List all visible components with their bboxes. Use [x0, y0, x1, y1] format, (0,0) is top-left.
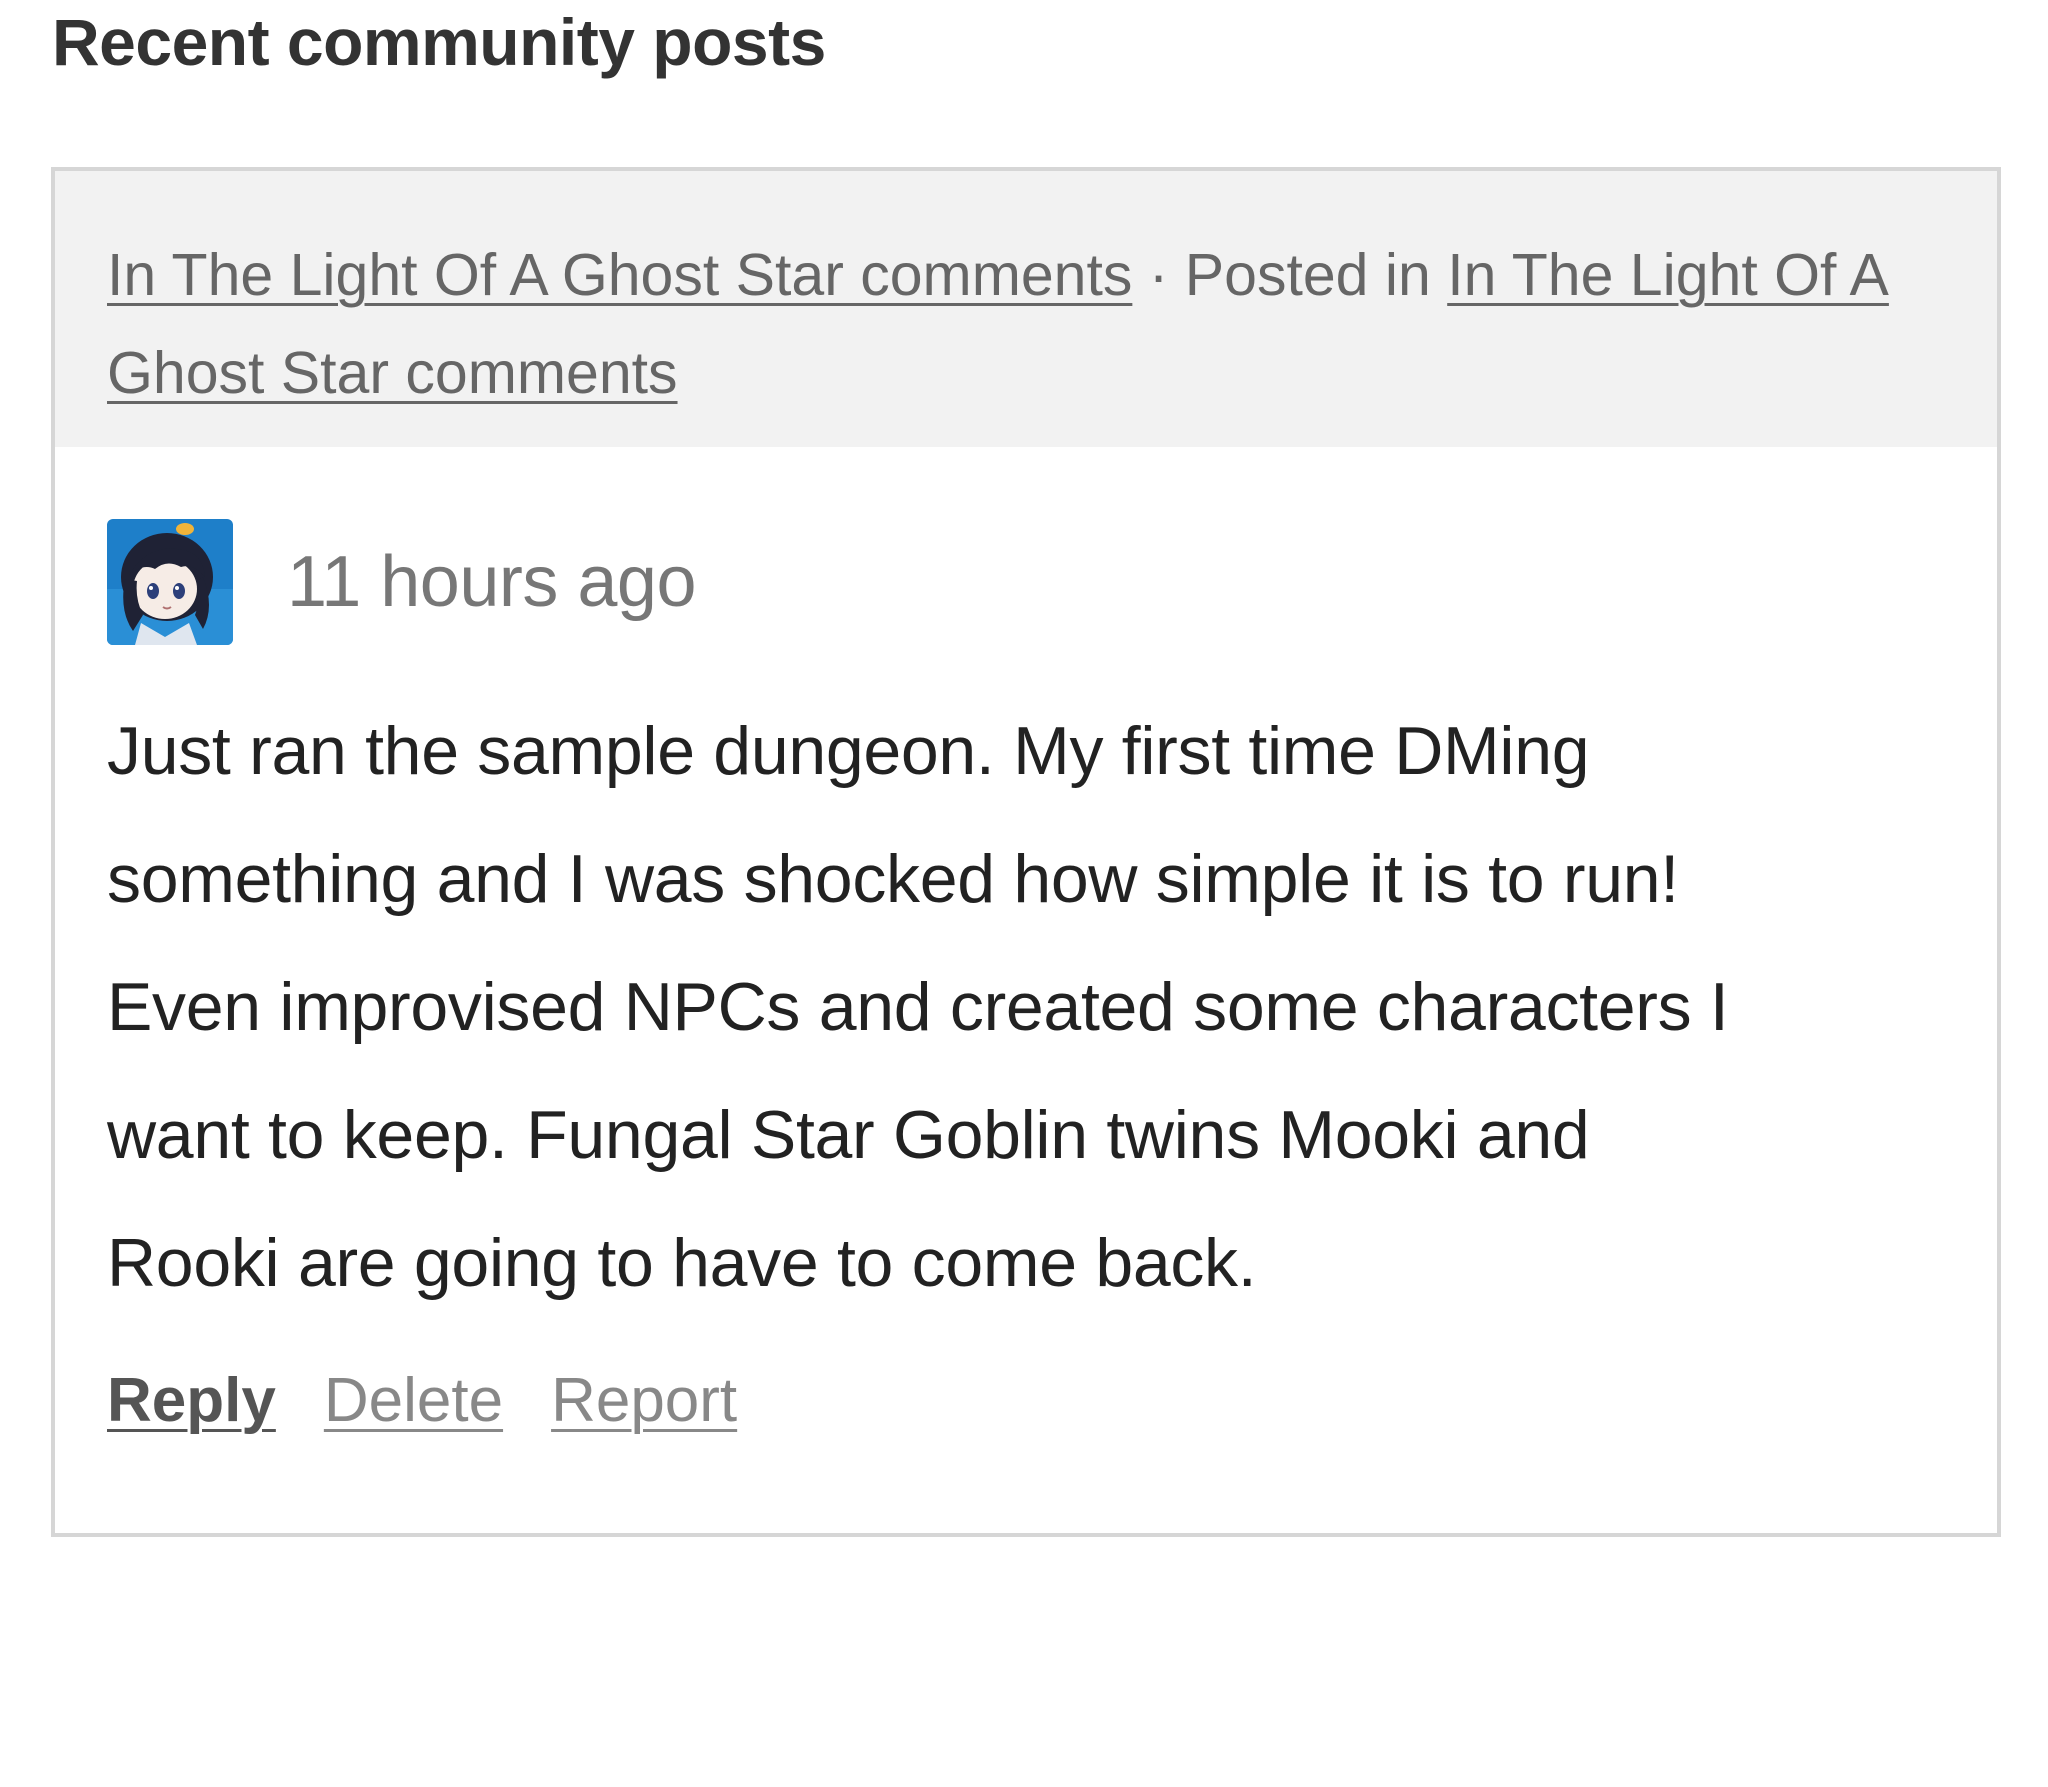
section-title: Recent community posts — [52, 5, 826, 79]
post-timestamp: 11 hours ago — [287, 542, 696, 622]
topic-link[interactable]: In The Light Of A Ghost Star comments — [107, 242, 1132, 308]
post-meta: 11 hours ago — [107, 519, 1945, 645]
post-actions: Reply Delete Report — [107, 1365, 1945, 1436]
post-text: Just ran the sample dungeon. My first ti… — [107, 713, 1729, 1301]
user-avatar-icon[interactable] — [107, 519, 233, 645]
post-header: In The Light Of A Ghost Star comments · … — [55, 171, 1997, 447]
reply-link[interactable]: Reply — [107, 1365, 276, 1436]
community-post-card: In The Light Of A Ghost Star comments · … — [51, 167, 2001, 1537]
report-link[interactable]: Report — [551, 1365, 737, 1436]
post-body: 11 hours ago Just ran the sample dungeon… — [107, 519, 1945, 1436]
page: Recent community posts In The Light Of A… — [0, 0, 2048, 1787]
delete-link[interactable]: Delete — [324, 1365, 503, 1436]
posted-in-separator: · Posted in — [1132, 242, 1448, 308]
